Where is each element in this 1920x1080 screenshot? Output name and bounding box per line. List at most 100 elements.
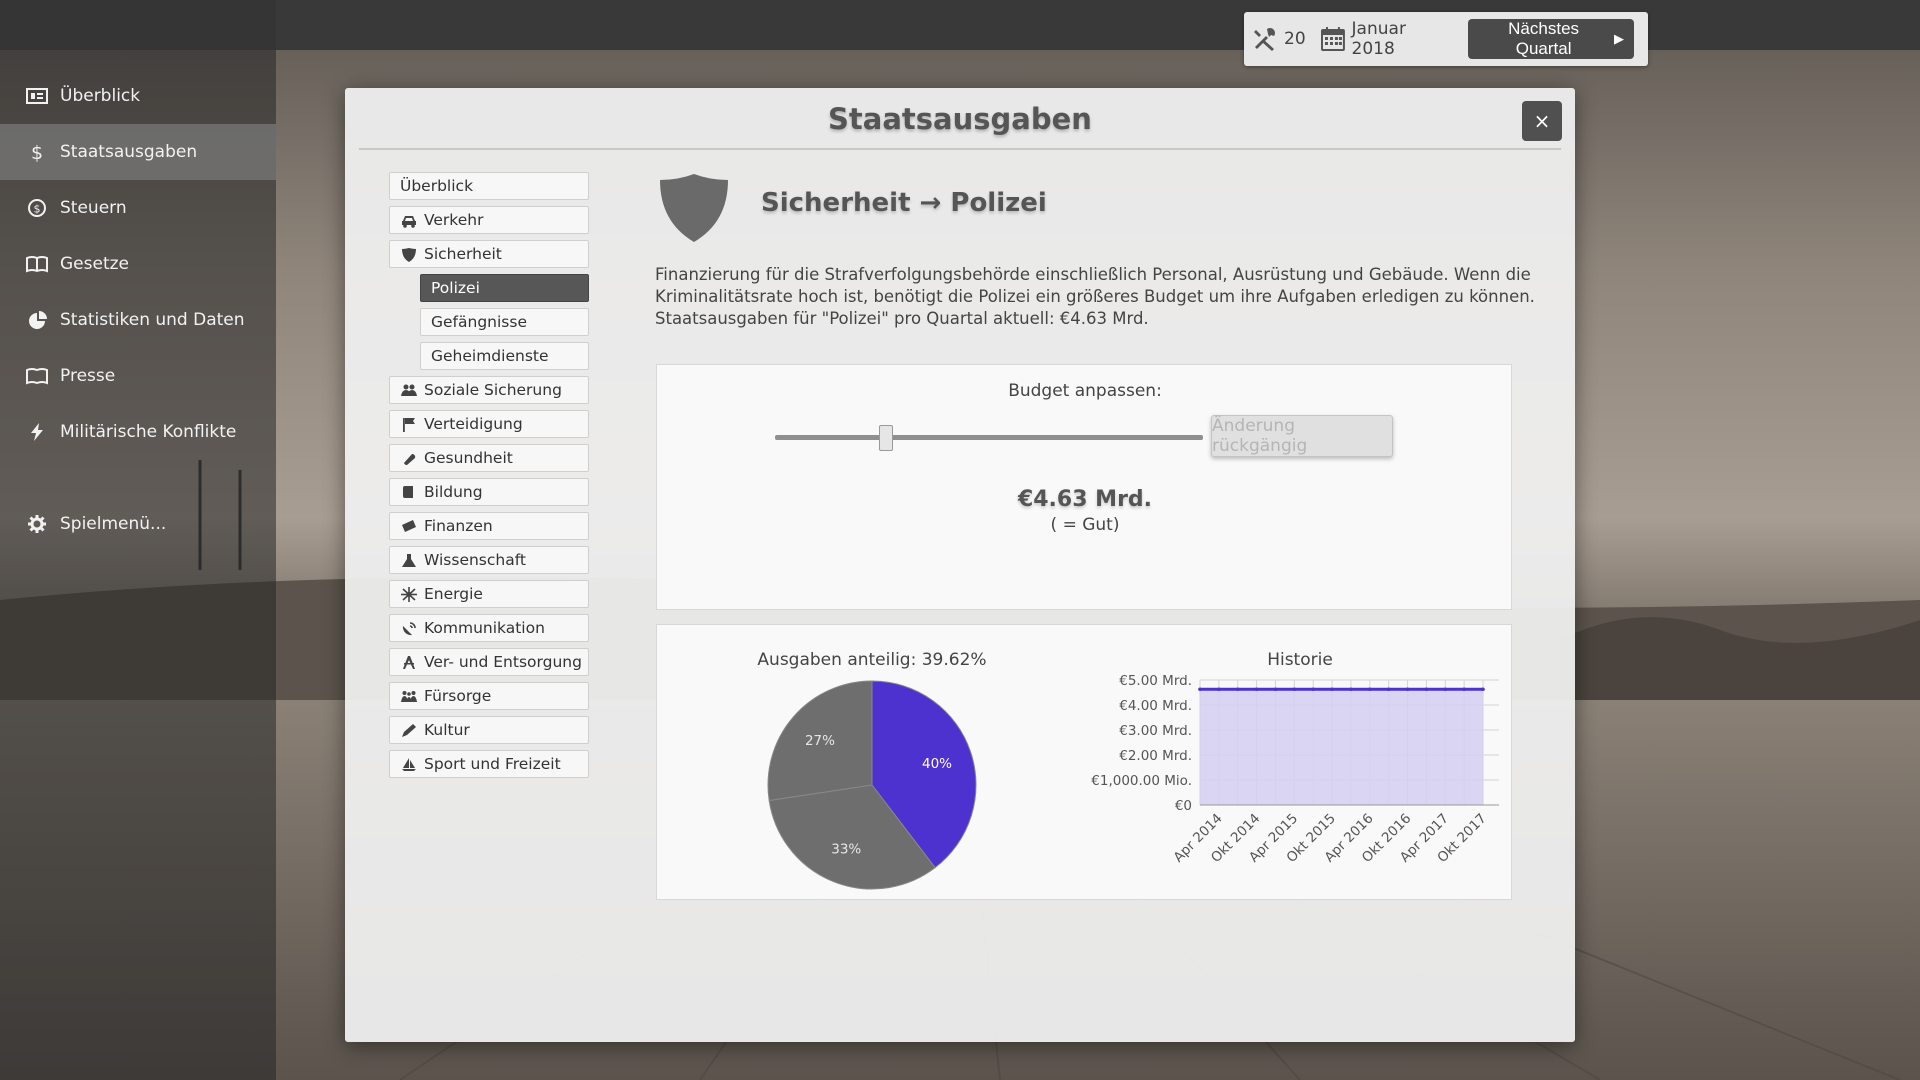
sidebar-item-label: Presse [60, 366, 116, 386]
category-label: Polizei [431, 279, 480, 297]
sidebar-item-spending[interactable]: $ Staatsausgaben [0, 124, 276, 180]
charts-panel: Ausgaben anteilig: 39.62% 40% 33% 27% Hist… [656, 624, 1512, 900]
overview-icon [24, 85, 50, 107]
current-spending-text: Staatsausgaben für "Polizei" pro Quartal… [655, 309, 1149, 328]
category-label: Geheimdienste [431, 347, 549, 365]
flag-icon [400, 416, 418, 432]
category-intelligence[interactable]: Geheimdienste [420, 342, 589, 370]
category-police[interactable]: Polizei [420, 274, 589, 302]
sidebar-item-label: Statistiken und Daten [60, 310, 245, 330]
dialog-title: Staatsausgaben [828, 102, 1092, 136]
category-welfare[interactable]: Fürsorge [389, 682, 589, 710]
category-prisons[interactable]: Gefängnisse [420, 308, 589, 336]
category-label: Verteidigung [424, 415, 523, 433]
energy-icon [400, 586, 418, 602]
y-tick-label: €4.00 Mrd. [1119, 698, 1192, 714]
category-label: Soziale Sicherung [424, 381, 562, 399]
detail-description: Finanzierung für die Strafverfolgungsbeh… [655, 264, 1535, 330]
history-chart-title: Historie [1267, 650, 1333, 670]
history-point [1273, 687, 1278, 692]
current-date-label: Januar 2018 [1351, 19, 1406, 59]
history-point [1481, 687, 1485, 692]
category-label: Sport und Freizeit [424, 755, 561, 773]
spending-dialog: Staatsausgaben × Überblick Verkehr Siche… [345, 88, 1575, 1042]
sidebar-item-conflicts[interactable]: Militärische Konflikte [0, 404, 276, 460]
category-culture[interactable]: Kultur [389, 716, 589, 744]
category-energy[interactable]: Energie [389, 580, 589, 608]
description-text: Finanzierung für die Strafverfolgungsbeh… [655, 265, 1535, 306]
category-sport[interactable]: Sport und Freizeit [389, 750, 589, 778]
category-label: Bildung [424, 483, 483, 501]
pie-chart-title: Ausgaben anteilig: 39.62% [757, 650, 986, 670]
category-label: Kommunikation [424, 619, 545, 637]
category-social-security[interactable]: Soziale Sicherung [389, 376, 589, 404]
undo-change-button[interactable]: Änderung rückgängig [1211, 415, 1393, 457]
sidebar-item-press[interactable]: Presse [0, 348, 276, 404]
category-defense[interactable]: Verteidigung [389, 410, 589, 438]
charts: Ausgaben anteilig: 39.62% 40% 33% 27% Hist… [757, 650, 1499, 890]
book-icon [400, 484, 418, 500]
sidebar-item-label: Militärische Konflikte [60, 422, 237, 442]
category-utilities[interactable]: Ver- und Entsorgung [389, 648, 589, 676]
tower-icon [400, 654, 418, 670]
category-overview[interactable]: Überblick [389, 172, 589, 200]
history-point [1254, 687, 1259, 692]
sailboat-icon [400, 756, 418, 772]
category-health[interactable]: Gesundheit [389, 444, 589, 472]
history-area [1200, 689, 1483, 805]
sidebar: Überblick $ Staatsausgaben $ Steuern Ges… [0, 0, 276, 1080]
budget-slider[interactable] [775, 435, 1203, 440]
close-button[interactable]: × [1522, 101, 1562, 141]
history-chart: €0 €1,000.00 Mio. €2.00 Mrd. €3.00 Mrd. €4.0… [1091, 673, 1499, 866]
history-point [1386, 687, 1391, 692]
category-security[interactable]: Sicherheit [389, 240, 589, 268]
satellite-icon [400, 620, 418, 636]
category-science[interactable]: Wissenschaft [389, 546, 589, 574]
sidebar-item-overview[interactable]: Überblick [0, 68, 276, 124]
category-label: Kultur [424, 721, 470, 739]
category-transport[interactable]: Verkehr [389, 206, 589, 234]
category-communication[interactable]: Kommunikation [389, 614, 589, 642]
car-icon [400, 212, 418, 228]
pie-chart-icon [24, 309, 50, 331]
history-point [1292, 687, 1297, 692]
category-label: Fürsorge [424, 687, 492, 705]
history-point [1217, 687, 1221, 692]
sidebar-item-label: Überblick [60, 86, 141, 106]
sidebar-item-label: Spielmenü... [60, 514, 167, 534]
category-education[interactable]: Bildung [389, 478, 589, 506]
budget-value: €4.63 Mrd. [1017, 487, 1153, 512]
pill-icon [400, 450, 418, 466]
budget-slider-handle[interactable] [879, 425, 894, 451]
budget-label: Budget anpassen: [1008, 381, 1162, 401]
y-tick-label: €0 [1175, 798, 1192, 814]
history-point [1198, 687, 1202, 692]
sidebar-item-label: Gesetze [60, 254, 129, 274]
people-icon [400, 382, 418, 398]
action-points-count: 20 [1284, 29, 1306, 49]
next-quarter-label: Nächstes Quartal [1508, 19, 1580, 58]
next-quarter-button[interactable]: Nächstes Quartal ▶ [1468, 19, 1634, 59]
title-divider [359, 148, 1561, 150]
tax-coin-icon: $ [24, 197, 50, 219]
money-icon [400, 518, 418, 534]
pie-slice-label: 33% [831, 842, 861, 858]
tools-icon [1254, 28, 1275, 51]
sidebar-item-statistics[interactable]: Statistiken und Daten [0, 292, 276, 348]
shield-icon [400, 246, 418, 262]
status-bar: 20 Januar 2018 Nächstes Quartal ▶ [1244, 12, 1648, 66]
law-book-icon [24, 253, 50, 275]
sidebar-item-game-menu[interactable]: Spielmenü... [0, 496, 276, 552]
newspaper-icon [24, 365, 50, 387]
sidebar-item-laws[interactable]: Gesetze [0, 236, 276, 292]
category-label: Energie [424, 585, 483, 603]
svg-text:$: $ [31, 142, 43, 162]
sidebar-item-taxes[interactable]: $ Steuern [0, 180, 276, 236]
gear-icon [24, 513, 50, 535]
category-label: Verkehr [424, 211, 484, 229]
budget-panel: Budget anpassen: Änderung rückgängig €4.… [656, 364, 1512, 610]
history-point [1462, 687, 1466, 692]
pen-icon [400, 722, 418, 738]
family-icon [400, 688, 418, 704]
category-finance[interactable]: Finanzen [389, 512, 589, 540]
